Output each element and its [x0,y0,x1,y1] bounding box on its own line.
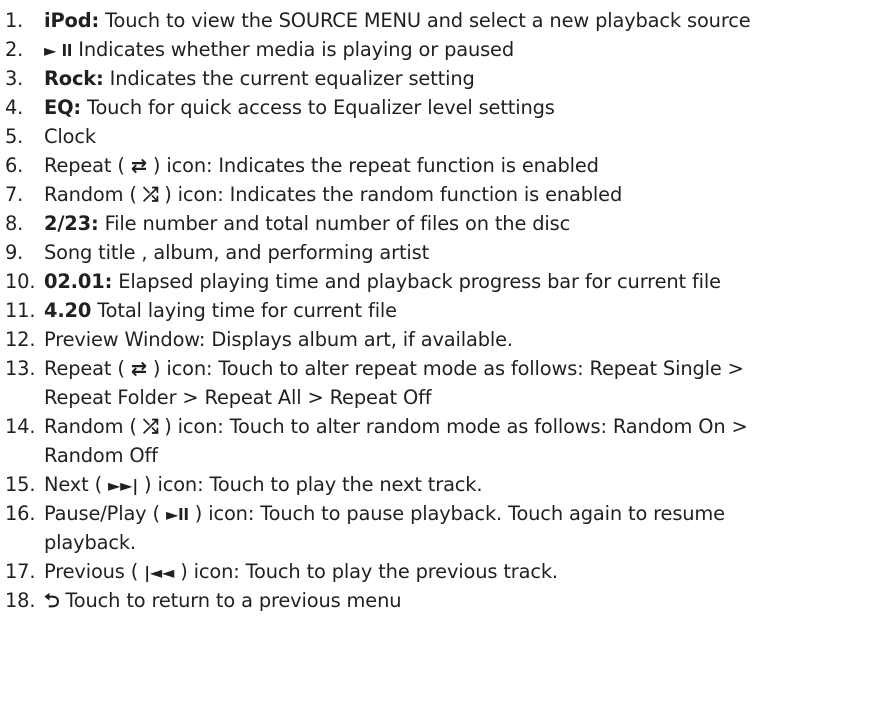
return-icon: ⮌ [44,589,60,612]
item-body: Preview Window: Displays album art, if a… [44,325,513,354]
item-number: 16. [5,502,36,525]
item-body: Random ( ⤮ ) icon: Touch to alter random… [44,412,748,441]
item-number: 18. [5,589,36,612]
item-number: 8. [5,212,24,235]
item-prefix: Previous ( [44,560,145,583]
item-body: ► ll Indicates whether media is playing … [44,35,514,65]
item-label: 02.01: [44,270,113,293]
item-text: Indicates whether media is playing or pa… [72,38,514,61]
item-text: ) icon: Indicates the random function is… [158,183,623,206]
item-label: iPod: [44,9,100,32]
random-icon: ⤮ [142,183,159,206]
item-number: 7. [5,183,24,206]
item-prefix: Random ( [44,183,143,206]
play-pause-icon: ► ll [44,41,73,60]
item-number: 9. [5,241,24,264]
item-body: Clock [44,122,96,151]
item-prefix: Repeat ( [44,154,131,177]
item-number: 13. [5,357,36,380]
item-text: ) icon: Touch to alter random mode as fo… [158,415,748,438]
item-number: 17. [5,560,36,583]
play-pause-icon: ►ll [165,505,189,524]
item-number: 11. [5,299,36,322]
item-body: Pause/Play ( ►ll ) icon: Touch to pause … [44,499,725,529]
item-body: Repeat ( ⇄ ) icon: Indicates the repeat … [44,151,599,180]
item-body: 02.01: Elapsed playing time and playback… [44,267,721,296]
item-body: Next ( ►►| ) icon: Touch to play the nex… [44,470,483,500]
item-body: ⮌ Touch to return to a previous menu [44,586,401,615]
item-number: 1. [5,9,24,32]
item-body: Song title , album, and performing artis… [44,238,429,267]
item-number: 4. [5,96,24,119]
item-text: ) icon: Indicates the repeat function is… [146,154,599,177]
item-number: 15. [5,473,36,496]
item-number: 12. [5,328,36,351]
item-text: Touch to view the SOURCE MENU and select… [99,9,751,32]
item-number: 3. [5,67,24,90]
item-prefix: Next ( [44,473,109,496]
repeat-icon: ⇄ [130,154,147,177]
item-text: ) icon: Touch to pause playback. Touch a… [188,502,725,525]
item-number: 5. [5,125,24,148]
random-icon: ⤮ [142,415,159,438]
item-text: Preview Window: Displays album art, if a… [44,328,513,351]
item-body: Rock: Indicates the current equalizer se… [44,64,475,93]
repeat-icon: ⇄ [130,357,147,380]
item-text: File number and total number of files on… [98,212,571,235]
item-body: Repeat ( ⇄ ) icon: Touch to alter repeat… [44,354,744,383]
item-text: Elapsed playing time and playback progre… [112,270,721,293]
item-body: Previous ( |◄◄ ) icon: Touch to play the… [44,557,558,587]
item-prefix: Repeat ( [44,357,131,380]
item-prefix: Pause/Play ( [44,502,166,525]
previous-icon: |◄◄ [144,563,175,582]
item-text: ) icon: Touch to alter repeat mode as fo… [146,357,744,380]
document-page: 1. iPod: Touch to view the SOURCE MENU a… [0,0,869,703]
item-label: EQ: [44,96,82,119]
item-number: 2. [5,38,24,61]
item-text: Song title , album, and performing artis… [44,241,430,264]
item-text: ) icon: Touch to play the next track. [138,473,483,496]
item-text: Total laying time for current file [91,299,397,322]
item-body: 2/23: File number and total number of fi… [44,209,570,238]
item-number: 14. [5,415,36,438]
item-text: Touch to return to a previous menu [59,589,402,612]
item-text: Indicates the current equalizer setting [103,67,475,90]
item-body: iPod: Touch to view the SOURCE MENU and … [44,6,751,35]
item-text: Touch for quick access to Equalizer leve… [81,96,555,119]
item-number: 10. [5,270,36,293]
item-body: 4.20 Total laying time for current file [44,296,397,325]
item-text: Clock [44,125,96,148]
item-label: 2/23: [44,212,99,235]
item-continuation: Repeat Folder > Repeat All > Repeat Off [44,386,432,409]
item-number: 6. [5,154,24,177]
item-text: ) icon: Touch to play the previous track… [174,560,558,583]
item-continuation: Random Off [44,444,158,467]
item-continuation: playback. [44,531,136,554]
item-label: 4.20 [44,299,92,322]
item-prefix: Random ( [44,415,143,438]
next-icon: ►►| [108,476,139,495]
item-body: EQ: Touch for quick access to Equalizer … [44,93,555,122]
item-body: Random ( ⤮ ) icon: Indicates the random … [44,180,622,209]
item-label: Rock: [44,67,104,90]
